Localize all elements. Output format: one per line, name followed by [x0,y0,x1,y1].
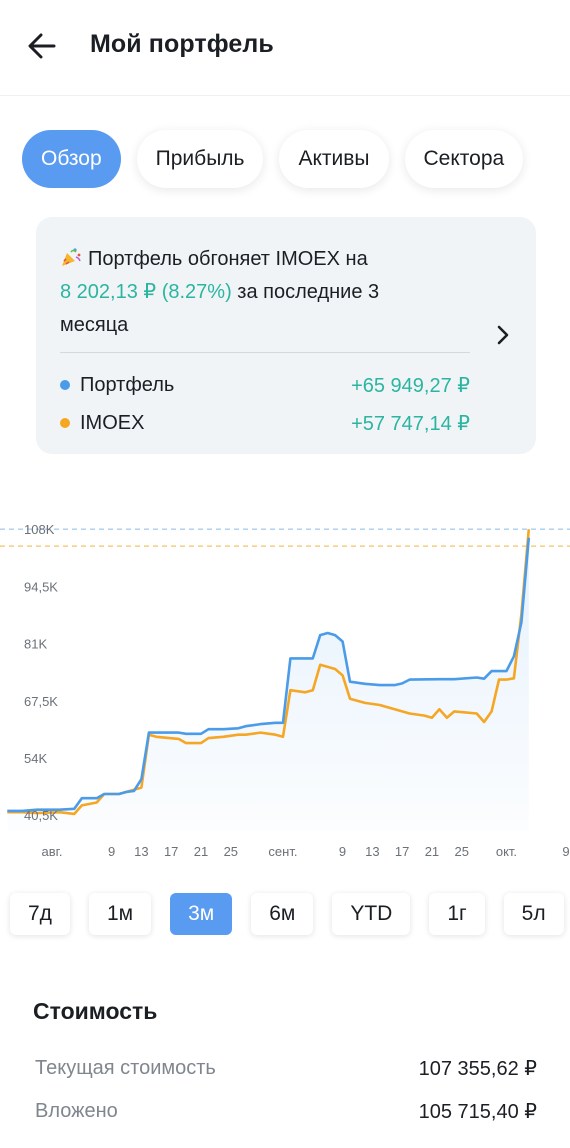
comparison-period: месяца [60,314,129,336]
x-tick-label: авг. [42,844,63,859]
current-value-row: Текущая стоимость 107 355,62 ₽ [35,1053,537,1083]
period-7d[interactable]: 7д [10,893,70,935]
y-tick-label: 54K [24,751,47,766]
x-tick-label: 9 [339,844,346,859]
party-popper-icon [62,248,81,266]
legend-dot-portfolio [60,380,70,390]
x-tick-label: 21 [194,844,208,859]
comparison-amount: 8 202,13 ₽ [60,281,157,303]
comparison-text: Портфель обгоняет IMOEX на 8 202,13 ₽ (8… [60,243,480,342]
x-tick-label: 17 [164,844,178,859]
legend-row-portfolio: Портфель +65 949,27 ₽ [60,370,470,400]
legend-value-imoex: +57 747,14 ₽ [351,412,470,435]
chevron-right-icon [497,325,509,345]
x-tick-label: 25 [455,844,469,859]
y-tick-label: 40,5K [24,808,58,823]
y-tick-label: 81K [24,637,47,652]
x-tick-label: 9 [108,844,115,859]
current-value-label: Текущая стоимость [35,1056,216,1079]
period-ytd[interactable]: YTD [332,893,411,935]
portfolio-area [7,537,529,830]
legend-dot-imoex [60,418,70,428]
x-tick-label: 25 [224,844,238,859]
tab-overview[interactable]: Обзор [22,130,121,188]
tab-sectors[interactable]: Сектора [404,130,524,188]
app-bar: Мой портфель [0,0,570,96]
card-divider [60,352,470,353]
y-tick-label: 67,5K [24,694,58,709]
x-tick-label: 13 [134,844,148,859]
y-tick-label: 94,5K [24,579,58,594]
back-button[interactable] [22,28,62,64]
comparison-suffix: за последние 3 [237,281,380,303]
period-1y[interactable]: 1г [429,893,485,935]
current-value: 107 355,62 ₽ [418,1057,537,1080]
tab-bar: Обзор Прибыль Активы Сектора [22,130,524,188]
invested-row: Вложено 105 715,40 ₽ [35,1096,537,1126]
period-3m[interactable]: 3м [170,893,233,935]
x-tick-label: 13 [365,844,379,859]
legend-label-imoex: IMOEX [80,411,145,434]
legend-label-portfolio: Портфель [80,373,175,396]
invested-value: 105 715,40 ₽ [418,1100,537,1123]
comparison-prefix: Портфель обгоняет IMOEX на [88,248,368,270]
arrow-left-icon [28,33,56,59]
comparison-card[interactable]: Портфель обгоняет IMOEX на 8 202,13 ₽ (8… [36,217,536,454]
invested-label: Вложено [35,1099,118,1122]
value-section-title: Стоимость [33,998,158,1024]
y-tick-label: 108K [24,522,55,537]
period-6m[interactable]: 6м [251,893,314,935]
period-1m[interactable]: 1м [88,893,152,935]
tab-assets[interactable]: Активы [279,130,389,188]
x-tick-label: 17 [395,844,409,859]
x-tick-label: 21 [425,844,439,859]
x-tick-label: 9 [562,844,569,859]
x-tick-label: сент. [268,844,297,859]
page-title: Мой портфель [90,30,274,58]
x-tick-label: окт. [496,844,517,859]
period-5y[interactable]: 5л [503,893,564,935]
portfolio-chart[interactable]: 108K 94,5K 81K 67,5K 54K 40,5K авг. 9 13 17 21 25 се… [0,490,570,870]
period-selector: 7д 1м 3м 6м YTD 1г 5л [10,893,564,935]
legend-value-portfolio: +65 949,27 ₽ [351,374,470,397]
comparison-percent: (8.27%) [161,281,232,303]
legend-row-imoex: IMOEX +57 747,14 ₽ [60,408,470,438]
tab-profit[interactable]: Прибыль [136,130,264,188]
